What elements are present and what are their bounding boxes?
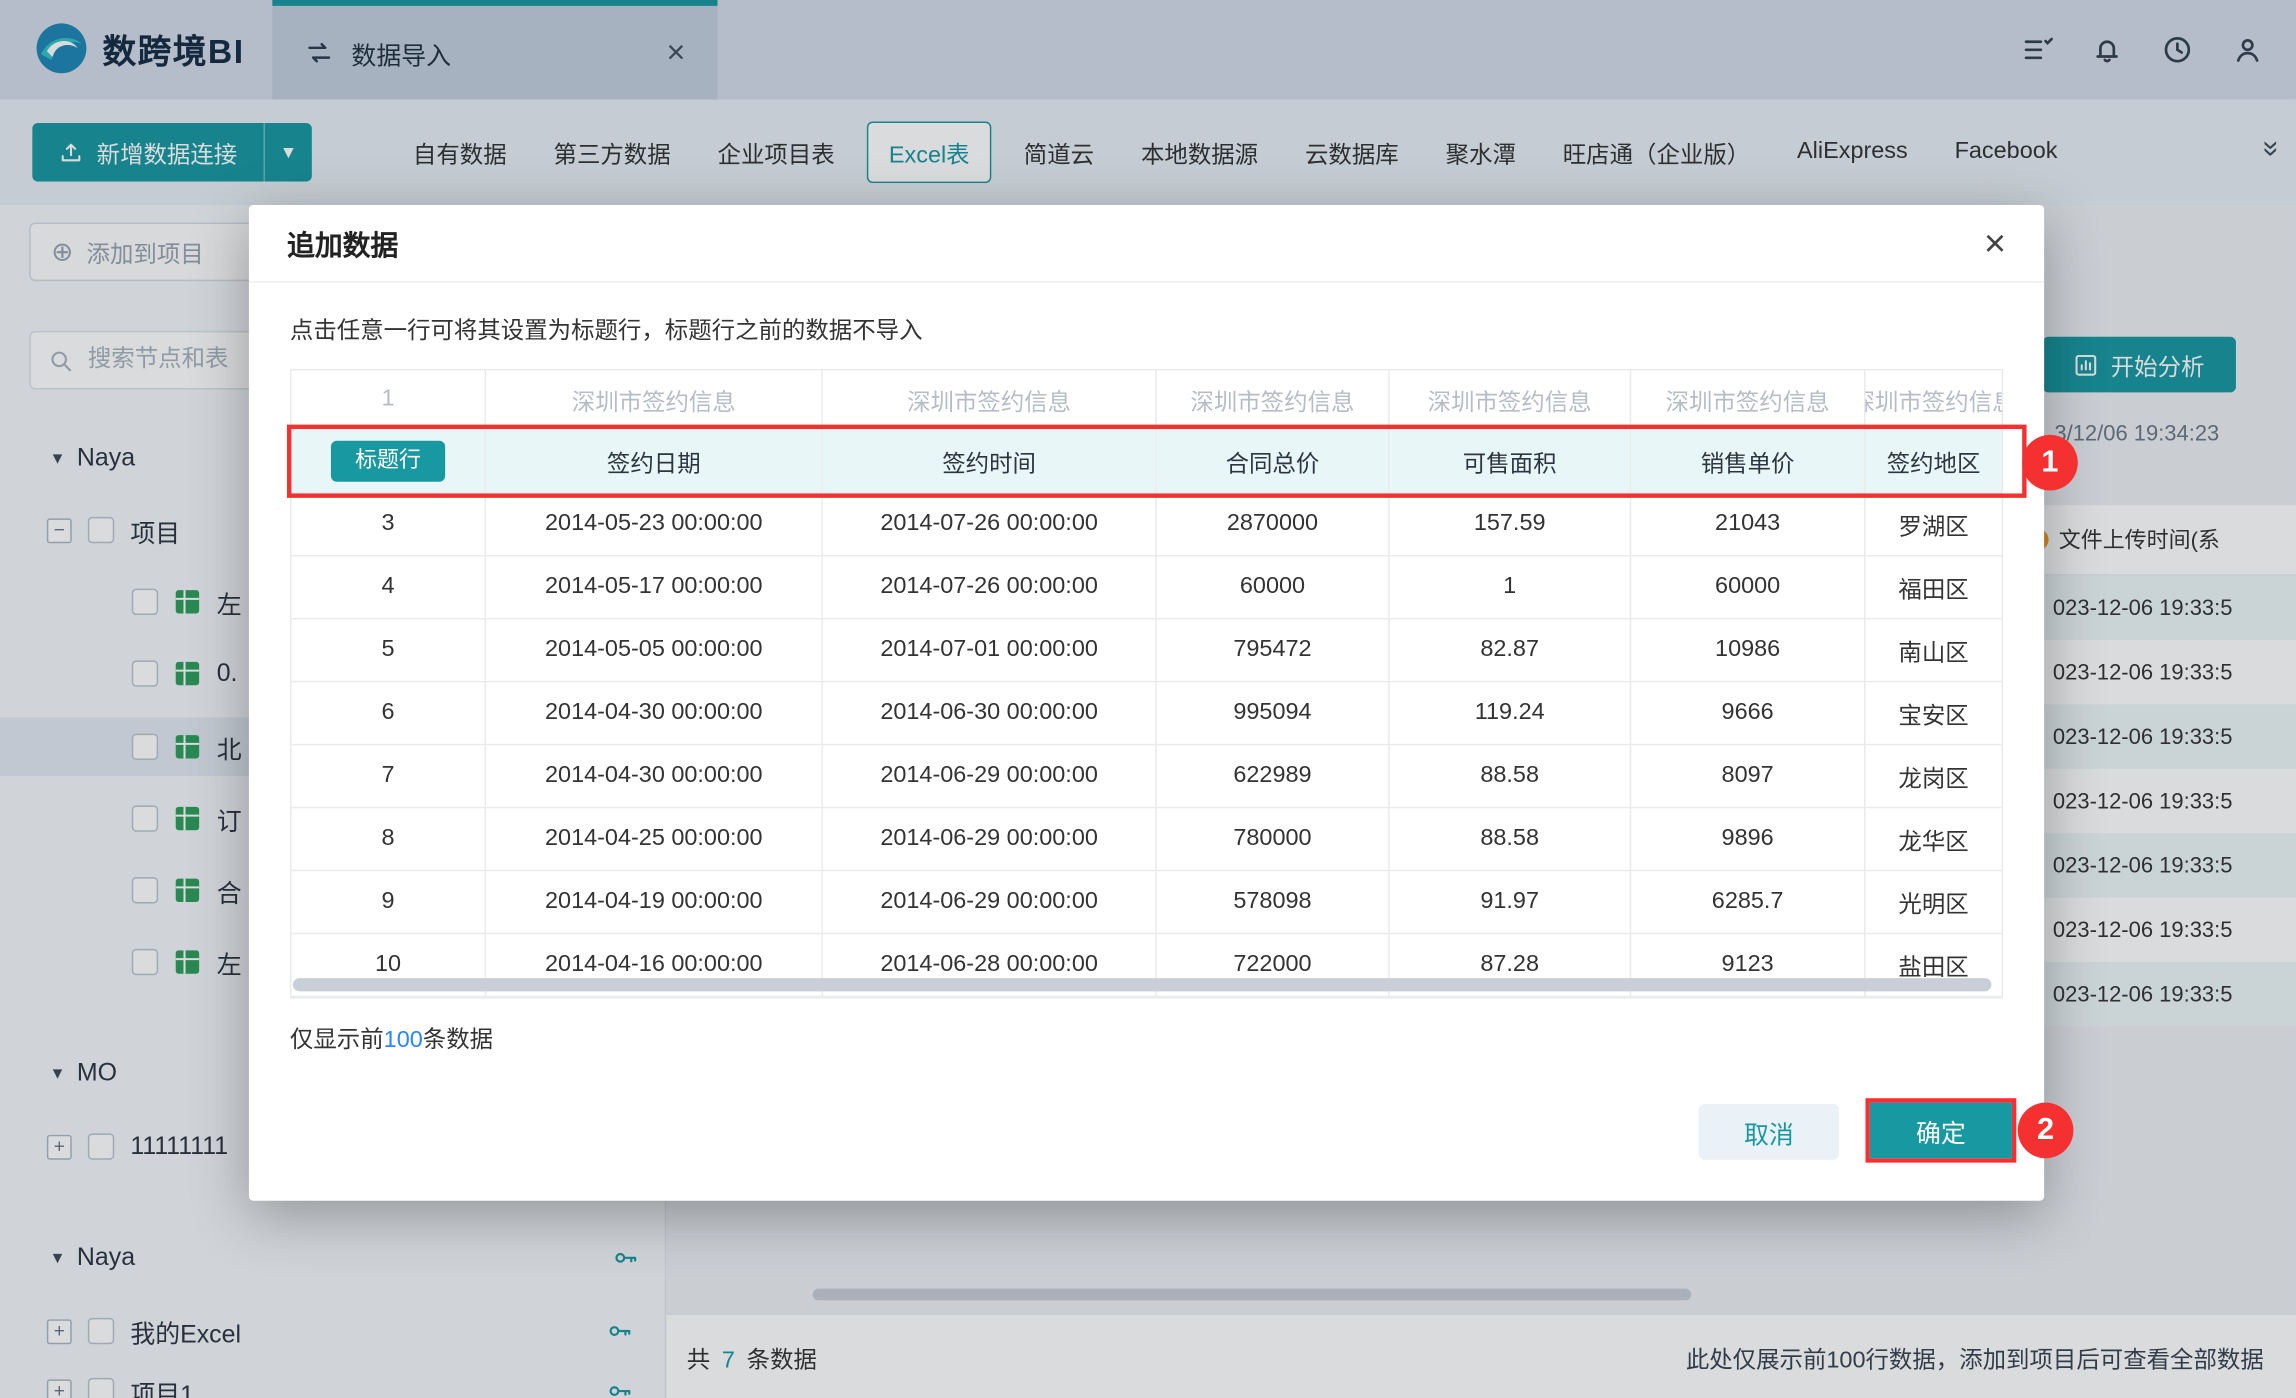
sign-date-cell: 2014-05-05 00:00:00 — [486, 619, 823, 682]
unit-price-cell: 21043 — [1631, 493, 1865, 556]
region-cell: 南山区 — [1865, 619, 2001, 682]
sellable-area-cell: 91.97 — [1390, 871, 1632, 934]
region-cell: 龙岗区 — [1865, 745, 2001, 808]
unit-price-cell: 60000 — [1631, 556, 1865, 619]
region-cell: 罗湖区 — [1865, 493, 2001, 556]
source-header-cell: 深圳市签约信息 — [1157, 370, 1390, 429]
contract-total-cell: 795472 — [1157, 619, 1390, 682]
unit-price-cell: 6285.7 — [1631, 871, 1865, 934]
title-row-badge: 标题行 — [332, 440, 445, 481]
source-header-cell: 深圳市签约信息 — [1865, 370, 2001, 429]
column-header-cell: 签约地区 — [1865, 429, 2001, 493]
unit-price-cell: 9666 — [1631, 682, 1865, 745]
sign-date-cell: 2014-05-23 00:00:00 — [486, 493, 823, 556]
sign-date-cell: 2014-05-17 00:00:00 — [486, 556, 823, 619]
unit-price-cell: 10986 — [1631, 619, 1865, 682]
region-cell: 龙华区 — [1865, 808, 2001, 871]
unit-price-cell: 9896 — [1631, 808, 1865, 871]
annotation-step-2: 2 — [2018, 1103, 2074, 1159]
table-row-title-selected[interactable]: 标题行 签约日期 签约时间 合同总价 可售面积 销售单价 签约地区 — [291, 429, 2001, 493]
region-cell: 福田区 — [1865, 556, 2001, 619]
column-header-cell: 销售单价 — [1631, 429, 1865, 493]
sign-time-cell: 2014-07-01 00:00:00 — [823, 619, 1157, 682]
sign-date-cell: 2014-04-25 00:00:00 — [486, 808, 823, 871]
row-index-cell: 6 — [291, 682, 486, 745]
contract-total-cell: 60000 — [1157, 556, 1390, 619]
row-index-cell: 8 — [291, 808, 486, 871]
sellable-area-cell: 88.58 — [1390, 808, 1632, 871]
modal-hint: 点击任意一行可将其设置为标题行，标题行之前的数据不导入 — [290, 310, 923, 345]
sellable-area-cell: 1 — [1390, 556, 1632, 619]
table-row[interactable]: 5 2014-05-05 00:00:00 2014-07-01 00:00:0… — [291, 619, 2001, 682]
sign-date-cell: 2014-04-19 00:00:00 — [486, 871, 823, 934]
row-index-cell: 1 — [291, 370, 486, 429]
sign-time-cell: 2014-06-29 00:00:00 — [823, 808, 1157, 871]
confirm-button[interactable]: 确定 — [1870, 1103, 2012, 1159]
row-index-cell: 7 — [291, 745, 486, 808]
source-header-cell: 深圳市签约信息 — [486, 370, 823, 429]
modal-title: 追加数据 — [287, 223, 398, 263]
cancel-button[interactable]: 取消 — [1699, 1104, 1840, 1160]
table-row[interactable]: 4 2014-05-17 00:00:00 2014-07-26 00:00:0… — [291, 556, 2001, 619]
unit-price-cell: 8097 — [1631, 745, 1865, 808]
row-index-cell: 3 — [291, 493, 486, 556]
stage: 数跨境BI 数据导入 × — [0, 0, 2296, 1398]
close-icon[interactable]: × — [1984, 224, 2006, 262]
column-header-cell: 签约时间 — [823, 429, 1157, 493]
table-row[interactable]: 3 2014-05-23 00:00:00 2014-07-26 00:00:0… — [291, 493, 2001, 556]
sellable-area-cell: 119.24 — [1390, 682, 1632, 745]
append-data-modal: 追加数据 × 点击任意一行可将其设置为标题行，标题行之前的数据不导入 1 深圳市… — [249, 205, 2044, 1201]
table-row[interactable]: 8 2014-04-25 00:00:00 2014-06-29 00:00:0… — [291, 808, 2001, 871]
table-row-source-header[interactable]: 1 深圳市签约信息 深圳市签约信息 深圳市签约信息 深圳市签约信息 深圳市签约信… — [291, 370, 2001, 429]
source-header-cell: 深圳市签约信息 — [1631, 370, 1865, 429]
row-index-cell: 9 — [291, 871, 486, 934]
sign-time-cell: 2014-06-30 00:00:00 — [823, 682, 1157, 745]
contract-total-cell: 780000 — [1157, 808, 1390, 871]
sign-date-cell: 2014-04-30 00:00:00 — [486, 682, 823, 745]
table-row[interactable]: 7 2014-04-30 00:00:00 2014-06-29 00:00:0… — [291, 745, 2001, 808]
row-index-cell: 5 — [291, 619, 486, 682]
shown-rows-note: 仅显示前100条数据 — [290, 1019, 493, 1054]
viewport: 数跨境BI 数据导入 × — [0, 0, 2296, 1398]
sign-time-cell: 2014-07-26 00:00:00 — [823, 556, 1157, 619]
table-horizontal-scrollbar[interactable] — [293, 978, 1992, 991]
table-row[interactable]: 9 2014-04-19 00:00:00 2014-06-29 00:00:0… — [291, 871, 2001, 934]
region-cell: 宝安区 — [1865, 682, 2001, 745]
sign-date-cell: 2014-04-30 00:00:00 — [486, 745, 823, 808]
preview-table: 1 深圳市签约信息 深圳市签约信息 深圳市签约信息 深圳市签约信息 深圳市签约信… — [290, 369, 2003, 999]
sellable-area-cell: 88.58 — [1390, 745, 1632, 808]
row-index-cell: 4 — [291, 556, 486, 619]
sign-time-cell: 2014-06-29 00:00:00 — [823, 871, 1157, 934]
sellable-area-cell: 82.87 — [1390, 619, 1632, 682]
title-row-badge-cell: 标题行 — [291, 429, 486, 493]
region-cell: 光明区 — [1865, 871, 2001, 934]
contract-total-cell: 2870000 — [1157, 493, 1390, 556]
contract-total-cell: 995094 — [1157, 682, 1390, 745]
sign-time-cell: 2014-06-29 00:00:00 — [823, 745, 1157, 808]
confirm-annotation-box: 确定 — [1865, 1098, 2016, 1162]
source-header-cell: 深圳市签约信息 — [823, 370, 1157, 429]
column-header-cell: 可售面积 — [1390, 429, 1632, 493]
sign-time-cell: 2014-07-26 00:00:00 — [823, 493, 1157, 556]
column-header-cell: 合同总价 — [1157, 429, 1390, 493]
column-header-cell: 签约日期 — [486, 429, 823, 493]
sellable-area-cell: 157.59 — [1390, 493, 1632, 556]
modal-header: 追加数据 × — [249, 205, 2044, 283]
contract-total-cell: 578098 — [1157, 871, 1390, 934]
annotation-step-1: 1 — [2022, 435, 2078, 491]
contract-total-cell: 622989 — [1157, 745, 1390, 808]
table-row[interactable]: 6 2014-04-30 00:00:00 2014-06-30 00:00:0… — [291, 682, 2001, 745]
source-header-cell: 深圳市签约信息 — [1390, 370, 1632, 429]
